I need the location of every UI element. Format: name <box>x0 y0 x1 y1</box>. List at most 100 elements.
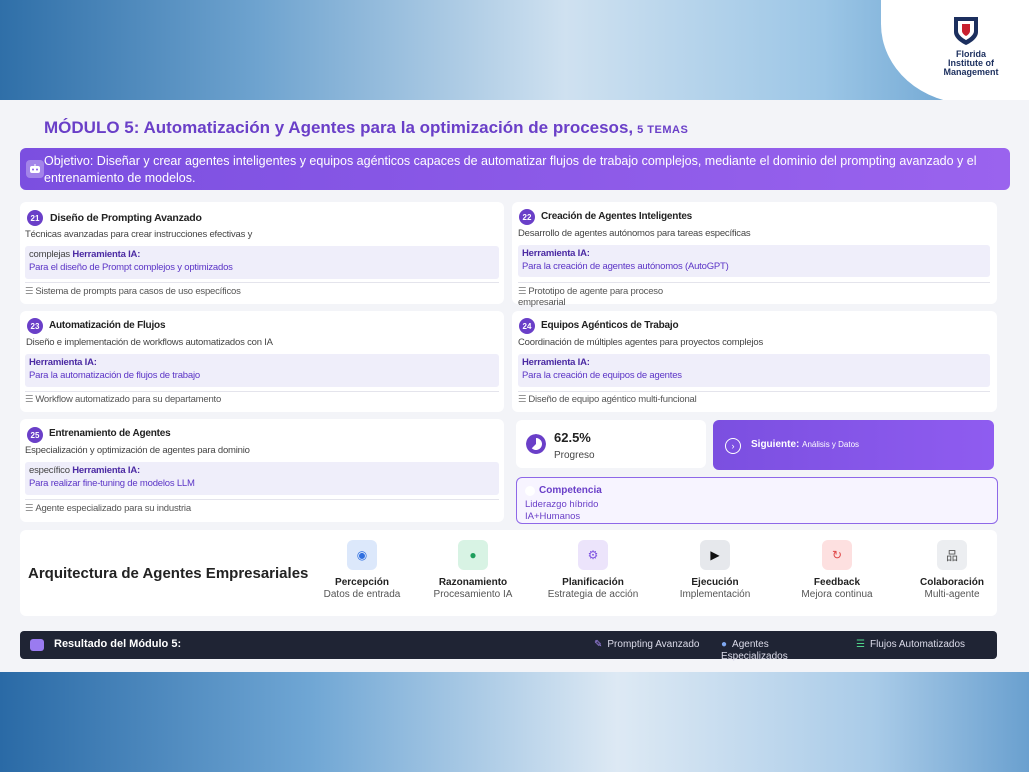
pencil-icon: ✎ <box>594 639 603 650</box>
step-ejecucion: ▶ Ejecución Implementación <box>660 540 770 600</box>
list-icon: ☰ <box>25 286 34 297</box>
step-sublabel: Estrategia de acción <box>547 589 639 600</box>
bottom-banner <box>0 672 1029 772</box>
tool-label: Herramienta IA: <box>29 357 97 368</box>
topic-project: ☰ Prototipo de agente para proceso empres… <box>518 286 663 308</box>
step-sublabel: Datos de entrada <box>323 589 401 600</box>
eye-icon: ◉ <box>347 540 377 570</box>
progress-label: Progreso <box>554 450 595 461</box>
list-icon: ☰ <box>518 286 527 297</box>
list-icon: ☰ <box>25 394 34 405</box>
topic-project: ☰ Sistema de prompts para casos de uso es… <box>25 286 241 297</box>
step-label: Razonamiento <box>438 577 508 588</box>
topic-number: 22 <box>519 209 535 225</box>
ai-tool-box: complejas Herramienta IA: Para el diseño… <box>25 246 499 279</box>
topic-title: Automatización de Flujos <box>49 320 166 331</box>
divider <box>518 282 990 283</box>
topic-description: Coordinación de múltiples agentes para p… <box>518 337 764 348</box>
step-sublabel: Mejora continua <box>801 589 873 600</box>
next-module-button[interactable]: › Siguiente: Análisis y Datos <box>713 420 994 470</box>
ai-tool-box: Herramienta IA: Para la creación de agen… <box>518 245 990 277</box>
robot-icon <box>26 160 44 178</box>
tool-value: Para el diseño de Prompt complejos y opt… <box>29 262 233 273</box>
topic-number: 25 <box>27 427 43 443</box>
top-banner <box>0 0 1029 100</box>
topics-count: 5 TEMAS <box>637 124 689 136</box>
topic-number: 24 <box>519 318 535 334</box>
result-badge-prompting: ✎ Prompting Avanzado <box>594 639 700 650</box>
divider <box>518 391 990 392</box>
topic-card-21[interactable]: 21 Diseño de Prompting Avanzado Técnicas… <box>20 202 504 304</box>
tool-label: Herramienta IA: <box>72 249 141 260</box>
step-percepcion: ◉ Percepción Datos de entrada <box>307 540 417 600</box>
competencia-title: Competencia <box>539 485 602 496</box>
objective-banner: Objetivo: Diseñar y crear agentes inteli… <box>20 148 1010 190</box>
brain-icon: ● <box>458 540 488 570</box>
tool-value: Para la creación de equipos de agentes <box>522 370 682 381</box>
list-icon: ☰ <box>856 639 865 650</box>
step-sublabel: Implementación <box>679 589 751 600</box>
step-label: Percepción <box>335 577 389 588</box>
step-razonamiento: ● Razonamiento Procesamiento IA <box>418 540 528 600</box>
topic-title: Entrenamiento de Agentes <box>49 428 171 439</box>
step-sublabel: Multi-agente <box>924 589 980 600</box>
step-label: Planificación <box>562 577 624 588</box>
topic-number: 23 <box>27 318 43 334</box>
divider <box>25 499 499 500</box>
ai-tool-box: específico Herramienta IA: Para realizar… <box>25 462 499 495</box>
logo-text: Florida Institute of Management <box>943 49 999 77</box>
progress-value: 62.5% <box>554 430 591 445</box>
divider <box>25 282 499 283</box>
step-feedback: ↻ Feedback Mejora continua <box>782 540 892 600</box>
architecture-panel: Arquitectura de Agentes Empresariales ◉ … <box>20 530 997 616</box>
topic-project: ☰ Workflow automatizado para su departame… <box>25 394 222 405</box>
topic-card-23[interactable]: 23 Automatización de Flujos Diseño e imp… <box>20 311 504 412</box>
objective-text: Objetivo: Diseñar y crear agentes inteli… <box>44 154 977 185</box>
topic-project: ☰ Agente especializado para su industria <box>25 503 191 514</box>
competencia-box: Competencia Liderazgo híbrido IA+Humanos <box>516 477 998 524</box>
result-badge-agentes: ● Agentes Especializados <box>721 639 788 662</box>
step-sublabel: Procesamiento IA <box>433 589 513 600</box>
ai-tool-box: Herramienta IA: Para la automatización d… <box>25 354 499 387</box>
tool-label: Herramienta IA: <box>522 248 590 259</box>
progress-card: 62.5% Progreso <box>516 420 706 468</box>
robot-icon: ● <box>721 639 728 650</box>
architecture-title: Arquitectura de Agentes Empresariales <box>28 565 309 582</box>
bullet-icon <box>525 486 535 496</box>
network-icon: 品 <box>937 540 967 570</box>
tool-prefix: complejas <box>29 249 70 260</box>
step-label: Ejecución <box>691 577 739 588</box>
topic-card-25[interactable]: 25 Entrenamiento de Agentes Especializac… <box>20 419 504 522</box>
competencia-description: Liderazgo híbrido IA+Humanos <box>525 499 599 522</box>
ai-tool-box: Herramienta IA: Para la creación de equi… <box>518 354 990 387</box>
topic-card-22[interactable]: 22 Creación de Agentes Inteligentes Desa… <box>512 202 997 308</box>
topic-title: Equipos Agénticos de Trabajo <box>541 320 679 331</box>
topic-description: Desarrollo de agentes autónomos para tar… <box>518 228 751 239</box>
topic-description: Especialización y optimización de agente… <box>25 445 250 456</box>
topic-title: Diseño de Prompting Avanzado <box>50 212 202 224</box>
shield-logo-icon <box>954 17 978 45</box>
step-colaboracion: 品 Colaboración Multi-agente <box>897 540 1007 600</box>
result-badge-flujos: ☰ Flujos Automatizados <box>856 639 966 650</box>
pie-chart-icon <box>526 434 546 454</box>
step-label: Colaboración <box>920 577 984 588</box>
tool-value: Para la automatización de flujos de trab… <box>29 370 200 381</box>
list-icon: ☰ <box>25 503 34 514</box>
tool-label: Herramienta IA: <box>522 357 590 368</box>
next-value: Análisis y Datos <box>802 440 860 449</box>
result-title: Resultado del Módulo 5: <box>54 638 182 650</box>
play-icon: ▶ <box>700 540 730 570</box>
topic-card-24[interactable]: 24 Equipos Agénticos de Trabajo Coordina… <box>512 311 997 412</box>
tool-value: Para realizar fine-tuning de modelos LLM <box>29 478 195 489</box>
tool-label: Herramienta IA: <box>72 465 140 476</box>
gears-icon: ⚙ <box>578 540 608 570</box>
sync-icon: ↻ <box>822 540 852 570</box>
divider <box>25 391 499 392</box>
tool-value: Para la creación de agentes autónomos (A… <box>522 261 729 272</box>
step-planificacion: ⚙ Planificación Estrategia de acción <box>538 540 648 600</box>
step-label: Feedback <box>813 577 861 588</box>
topic-title: Creación de Agentes Inteligentes <box>541 211 693 222</box>
list-icon: ☰ <box>518 394 527 405</box>
robot-icon <box>30 639 44 651</box>
chevron-right-icon: › <box>725 438 741 454</box>
